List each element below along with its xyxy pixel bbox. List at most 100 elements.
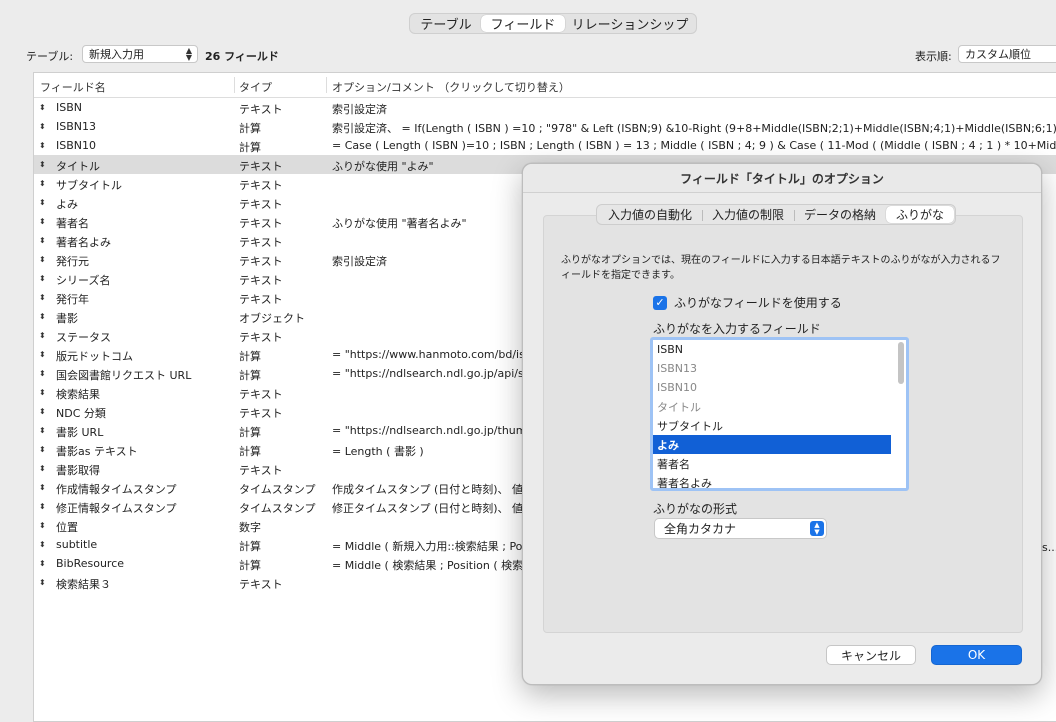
field-name-cell: ISBN xyxy=(56,101,83,114)
field-name-cell: 書影 URL xyxy=(56,426,104,439)
drag-handle-icon[interactable]: ⬍ xyxy=(39,122,47,131)
field-name-cell: 検索結果３ xyxy=(56,578,111,591)
drag-handle-icon[interactable]: ⬍ xyxy=(39,369,47,378)
drag-handle-icon[interactable]: ⬍ xyxy=(39,388,47,397)
dialog-title: フィールド「タイトル」のオプション xyxy=(523,164,1041,193)
list-item[interactable]: よみ xyxy=(653,435,891,454)
column-header-options[interactable]: オプション/コメント （クリックして切り替え） xyxy=(332,79,570,95)
field-count: 26 フィールド xyxy=(205,50,279,63)
field-type-cell: テキスト xyxy=(239,103,283,116)
table-row[interactable]: ⬍ ISBN テキスト 索引設定済 xyxy=(34,98,1056,117)
tab-storage[interactable]: データの格納 xyxy=(794,206,886,223)
tab-relationships[interactable]: リレーションシップ xyxy=(565,15,695,33)
list-item[interactable]: 著者名 xyxy=(653,454,891,473)
field-name-cell: 書影取得 xyxy=(56,464,100,477)
sort-label: 表示順: xyxy=(915,50,952,63)
list-item[interactable]: ISBN xyxy=(653,340,891,359)
table-row[interactable]: ⬍ ISBN10 計算 = Case ( Length ( ISBN )=10 ; I… xyxy=(34,136,1056,155)
field-type-cell: 計算 xyxy=(239,141,261,154)
field-name-cell: 位置 xyxy=(56,521,78,534)
field-name-cell: 書影 xyxy=(56,312,78,325)
field-type-cell: テキスト xyxy=(239,236,283,249)
field-type-cell: 計算 xyxy=(239,426,261,439)
field-type-cell: テキスト xyxy=(239,255,283,268)
top-tab-bar: テーブル フィールド リレーションシップ xyxy=(409,13,697,34)
table-row[interactable]: ⬍ ISBN13 計算 索引設定済、 = If(Length ( ISBN ) =10… xyxy=(34,117,1056,136)
column-header-name[interactable]: フィールド名 xyxy=(40,79,106,95)
tab-validation[interactable]: 入力値の制限 xyxy=(702,206,794,223)
cancel-button[interactable]: キャンセル xyxy=(826,645,916,665)
tab-auto-enter[interactable]: 入力値の自動化 xyxy=(598,206,702,223)
drag-handle-icon[interactable]: ⬍ xyxy=(39,578,47,587)
field-name-cell: BibResource xyxy=(56,557,125,570)
field-name-cell: 発行年 xyxy=(56,293,89,306)
drag-handle-icon[interactable]: ⬍ xyxy=(39,521,47,530)
field-type-cell: テキスト xyxy=(239,578,283,591)
field-type-cell: 計算 xyxy=(239,445,261,458)
drag-handle-icon[interactable]: ⬍ xyxy=(39,559,47,568)
drag-handle-icon[interactable]: ⬍ xyxy=(39,236,47,245)
list-scrollbar[interactable] xyxy=(898,342,904,384)
field-type-cell: 計算 xyxy=(239,559,261,572)
tab-fields[interactable]: フィールド xyxy=(481,15,565,33)
tab-furigana[interactable]: ふりがな xyxy=(886,206,955,223)
drag-handle-icon[interactable]: ⬍ xyxy=(39,331,47,340)
field-options-dialog: フィールド「タイトル」のオプション 入力値の自動化 入力値の制限 データの格納 … xyxy=(522,163,1042,685)
drag-handle-icon[interactable]: ⬍ xyxy=(39,540,47,549)
drag-handle-icon[interactable]: ⬍ xyxy=(39,445,47,454)
field-name-cell: タイトル xyxy=(56,160,100,173)
drag-handle-icon[interactable]: ⬍ xyxy=(39,179,47,188)
field-name-cell: 著者名よみ xyxy=(56,236,111,249)
drag-handle-icon[interactable]: ⬍ xyxy=(39,426,47,435)
drag-handle-icon[interactable]: ⬍ xyxy=(39,198,47,207)
drag-handle-icon[interactable]: ⬍ xyxy=(39,141,47,150)
list-item[interactable]: ISBN10 xyxy=(653,378,891,397)
drag-handle-icon[interactable]: ⬍ xyxy=(39,350,47,359)
list-item[interactable]: ISBN13 xyxy=(653,359,891,378)
furigana-field-list[interactable]: ISBN ISBN13 ISBN10 タイトル サブタイトル よみ 著者名 著者名よみ xyxy=(650,337,909,491)
field-type-cell: オブジェクト xyxy=(239,312,305,325)
list-item[interactable]: 著者名よみ xyxy=(653,473,891,489)
field-type-cell: テキスト xyxy=(239,160,283,173)
field-type-cell: タイムスタンプ xyxy=(239,502,316,515)
drag-handle-icon[interactable]: ⬍ xyxy=(39,483,47,492)
field-list-label: ふりがなを入力するフィールド xyxy=(653,322,821,336)
drag-handle-icon[interactable]: ⬍ xyxy=(39,255,47,264)
drag-handle-icon[interactable]: ⬍ xyxy=(39,293,47,302)
tab-tables[interactable]: テーブル xyxy=(411,15,481,33)
list-item[interactable]: タイトル xyxy=(653,397,891,416)
ok-button[interactable]: OK xyxy=(931,645,1022,665)
list-item[interactable]: サブタイトル xyxy=(653,416,891,435)
drag-handle-icon[interactable]: ⬍ xyxy=(39,312,47,321)
field-type-cell: 計算 xyxy=(239,369,261,382)
field-name-cell: 著者名 xyxy=(56,217,89,230)
field-name-cell: subtitle xyxy=(56,538,98,551)
column-header-type[interactable]: タイプ xyxy=(239,79,272,95)
field-type-cell: 計算 xyxy=(239,350,261,363)
field-name-cell: ステータス xyxy=(56,331,111,344)
use-furigana-label: ふりがなフィールドを使用する xyxy=(674,296,842,310)
field-name-cell: サブタイトル xyxy=(56,179,122,192)
table-select[interactable]: 新規入力用 ▲ ▼ xyxy=(82,45,198,63)
field-name-cell: NDC 分類 xyxy=(56,407,106,420)
use-furigana-checkbox[interactable]: ✓ ふりがなフィールドを使用する xyxy=(653,294,842,311)
drag-handle-icon[interactable]: ⬍ xyxy=(39,103,47,112)
field-type-cell: テキスト xyxy=(239,179,283,192)
field-name-cell: 国会図書館リクエスト URL xyxy=(56,369,192,382)
field-type-cell: テキスト xyxy=(239,274,283,287)
column-divider[interactable] xyxy=(234,77,235,93)
drag-handle-icon[interactable]: ⬍ xyxy=(39,464,47,473)
field-type-cell: テキスト xyxy=(239,198,283,211)
field-type-cell: 計算 xyxy=(239,540,261,553)
furigana-format-select[interactable]: 全角カタカナ ▲ ▼ xyxy=(654,518,827,539)
drag-handle-icon[interactable]: ⬍ xyxy=(39,407,47,416)
format-select-value: 全角カタカナ xyxy=(664,522,737,536)
sort-select[interactable]: カスタム順位 xyxy=(958,45,1056,63)
drag-handle-icon[interactable]: ⬍ xyxy=(39,217,47,226)
field-options-cell: = Case ( Length ( ISBN )=10 ; ISBN ; Len… xyxy=(332,139,1056,152)
table-header: フィールド名 タイプ オプション/コメント （クリックして切り替え） xyxy=(34,73,1056,98)
drag-handle-icon[interactable]: ⬍ xyxy=(39,274,47,283)
drag-handle-icon[interactable]: ⬍ xyxy=(39,160,47,169)
column-divider[interactable] xyxy=(326,77,327,93)
drag-handle-icon[interactable]: ⬍ xyxy=(39,502,47,511)
